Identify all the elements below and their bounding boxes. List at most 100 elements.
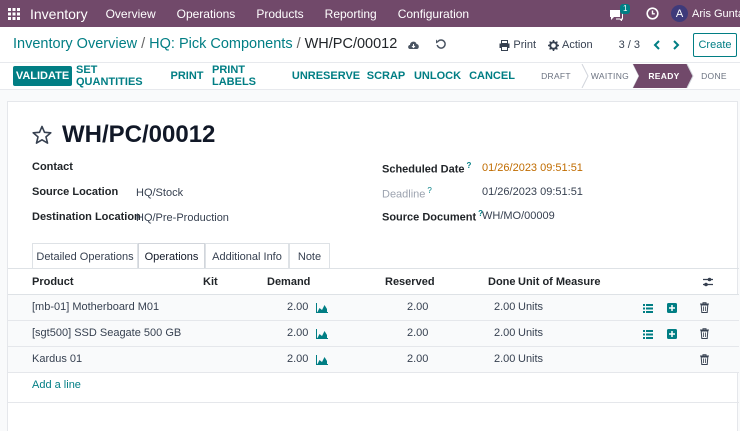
- action-menu-label: Action: [562, 39, 593, 51]
- done-cell[interactable]: 2.00: [494, 327, 515, 339]
- record-title: WH/PC/00012: [62, 121, 216, 148]
- scheduled-date-field[interactable]: 01/26/2023 09:51:51: [482, 162, 583, 174]
- column-unit-of-measure[interactable]: Unit of Measure: [518, 276, 601, 288]
- operations-table: Product Kit Demand Reserved Done Unit of…: [8, 269, 739, 403]
- create-button[interactable]: Create: [693, 33, 737, 57]
- source-location-field[interactable]: HQ/Stock: [136, 187, 183, 199]
- table-row[interactable]: Kardus 01 2.00 2.00 2.00 Units: [8, 347, 739, 373]
- optional-columns-icon[interactable]: [702, 276, 714, 288]
- validate-button[interactable]: VALIDATE: [13, 66, 72, 86]
- action-menu-button[interactable]: Action: [548, 39, 593, 51]
- scrap-button[interactable]: SCRAP: [364, 66, 408, 86]
- unlock-button[interactable]: UNLOCK: [412, 66, 463, 86]
- plus-square-icon[interactable]: [667, 329, 677, 339]
- cancel-button[interactable]: CANCEL: [467, 66, 517, 86]
- source-document-label: Source Document?: [382, 209, 484, 224]
- forecast-chart-icon[interactable]: [316, 303, 328, 313]
- tab-detailed-operations[interactable]: Detailed Operations: [32, 243, 138, 269]
- chevron-right-icon: [673, 40, 680, 50]
- breadcrumb-separator: /: [296, 36, 301, 52]
- status-bar: DRAFT WAITING READY DONE: [530, 64, 740, 88]
- table-bottom-divider: [8, 402, 739, 403]
- source-location-label: Source Location: [32, 186, 119, 198]
- activity-clock-icon[interactable]: [646, 7, 659, 20]
- done-cell[interactable]: 2.00: [494, 301, 515, 313]
- menu-configuration[interactable]: Configuration: [398, 7, 469, 21]
- pager-next-button[interactable]: [670, 38, 682, 52]
- print-button[interactable]: PRINT: [166, 66, 208, 86]
- avatar[interactable]: A: [671, 5, 688, 22]
- table-row[interactable]: [sgt500] SSD Seagate 500 GB 2.00 2.00 2.…: [8, 321, 739, 347]
- trash-icon[interactable]: [700, 302, 709, 313]
- plus-square-icon[interactable]: [667, 303, 677, 313]
- print-menu-button[interactable]: Print: [499, 39, 536, 51]
- demand-cell[interactable]: 2.00: [287, 353, 308, 365]
- detailed-operations-list-icon[interactable]: [643, 330, 653, 339]
- column-demand[interactable]: Demand: [267, 276, 310, 288]
- notebook-tabs: Detailed Operations Operations Additiona…: [32, 243, 330, 269]
- trash-icon[interactable]: [700, 354, 709, 365]
- pager-value[interactable]: 3 / 3: [619, 39, 640, 51]
- reserved-cell[interactable]: 2.00: [407, 327, 428, 339]
- done-cell[interactable]: 2.00: [494, 353, 515, 365]
- add-a-line-link[interactable]: Add a line: [32, 379, 81, 391]
- reserved-cell[interactable]: 2.00: [407, 301, 428, 313]
- column-reserved[interactable]: Reserved: [385, 276, 435, 288]
- help-tooltip-icon[interactable]: ?: [427, 186, 431, 195]
- help-tooltip-icon[interactable]: ?: [467, 161, 472, 170]
- tab-note[interactable]: Note: [289, 243, 330, 269]
- breadcrumb-inventory-overview[interactable]: Inventory Overview: [13, 36, 137, 52]
- user-name[interactable]: Aris Guntar: [692, 8, 740, 20]
- column-done[interactable]: Done: [488, 276, 516, 288]
- control-panel: Inventory Overview / HQ: Pick Components…: [0, 27, 740, 63]
- demand-cell[interactable]: 2.00: [287, 301, 308, 313]
- discuss-icon[interactable]: 1: [609, 3, 631, 21]
- forecast-chart-icon[interactable]: [316, 355, 328, 365]
- chevron-left-icon: [653, 40, 660, 50]
- deadline-label: Deadline?: [382, 186, 432, 201]
- table-header: Product Kit Demand Reserved Done Unit of…: [8, 269, 739, 295]
- detailed-operations-list-icon[interactable]: [643, 304, 653, 313]
- uom-cell[interactable]: Units: [518, 327, 543, 339]
- stage-draft[interactable]: DRAFT: [534, 64, 578, 88]
- menu-products[interactable]: Products: [256, 7, 303, 21]
- discard-undo-icon[interactable]: [435, 38, 447, 50]
- breadcrumb: Inventory Overview / HQ: Pick Components…: [13, 36, 447, 52]
- source-document-field[interactable]: WH/MO/00009: [482, 210, 555, 222]
- scheduled-date-label: Scheduled Date?: [382, 161, 472, 176]
- product-cell[interactable]: Kardus 01: [32, 353, 82, 365]
- destination-location-field[interactable]: HQ/Pre-Production: [136, 212, 229, 224]
- column-kit[interactable]: Kit: [203, 276, 218, 288]
- breadcrumb-current-record: WH/PC/00012: [304, 36, 398, 52]
- tab-additional-info[interactable]: Additional Info: [205, 243, 289, 269]
- demand-cell[interactable]: 2.00: [287, 327, 308, 339]
- contact-label: Contact: [32, 161, 73, 173]
- deadline-field[interactable]: 01/26/2023 09:51:51: [482, 186, 583, 198]
- cloud-save-icon[interactable]: [407, 39, 420, 50]
- uom-cell[interactable]: Units: [518, 301, 543, 313]
- set-quantities-button[interactable]: SET QUANTITIES: [76, 64, 162, 88]
- menu-operations[interactable]: Operations: [177, 7, 236, 21]
- uom-cell[interactable]: Units: [518, 353, 543, 365]
- stage-waiting[interactable]: WAITING: [586, 64, 634, 88]
- apps-grid-icon[interactable]: [0, 0, 28, 27]
- product-cell[interactable]: [sgt500] SSD Seagate 500 GB: [32, 327, 181, 339]
- trash-icon[interactable]: [700, 328, 709, 339]
- pager-previous-button[interactable]: [651, 38, 663, 52]
- tab-operations[interactable]: Operations: [138, 243, 205, 269]
- print-labels-button[interactable]: PRINT LABELS: [212, 64, 290, 88]
- form-sheet: WH/PC/00012 Contact Source Location HQ/S…: [7, 101, 739, 431]
- reserved-cell[interactable]: 2.00: [407, 353, 428, 365]
- menu-overview[interactable]: Overview: [106, 7, 156, 21]
- breadcrumb-pick-components[interactable]: HQ: Pick Components: [149, 36, 292, 52]
- product-cell[interactable]: [mb-01] Motherboard M01: [32, 301, 159, 313]
- stage-done[interactable]: DONE: [694, 64, 734, 88]
- column-product[interactable]: Product: [32, 276, 74, 288]
- forecast-chart-icon[interactable]: [316, 329, 328, 339]
- menu-reporting[interactable]: Reporting: [325, 7, 377, 21]
- stage-ready[interactable]: READY: [640, 64, 688, 88]
- star-icon[interactable]: [32, 125, 52, 145]
- unreserve-button[interactable]: UNRESERVE: [292, 66, 360, 86]
- app-brand[interactable]: Inventory: [30, 6, 88, 22]
- table-row[interactable]: [mb-01] Motherboard M01 2.00 2.00 2.00 U…: [8, 295, 739, 321]
